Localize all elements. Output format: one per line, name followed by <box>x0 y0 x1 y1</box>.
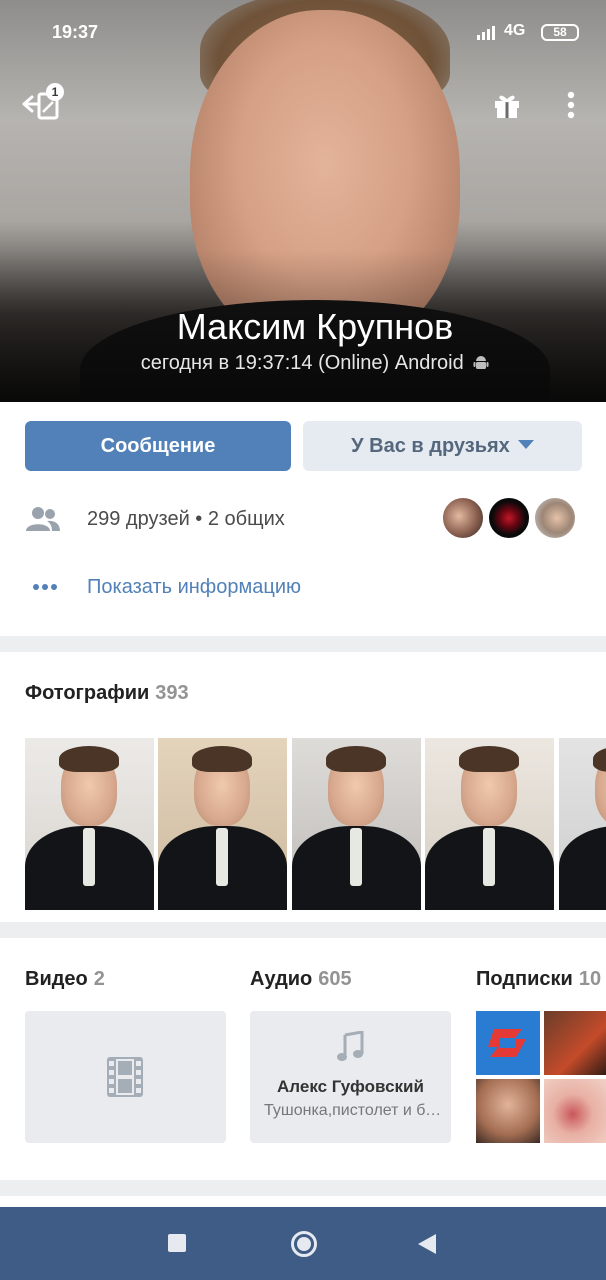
audio-track: Тушонка,пистолет и бутылка водки <box>264 1102 444 1119</box>
more-vertical-icon[interactable] <box>560 90 582 120</box>
photos-section: Фотографии 393 <box>0 652 606 922</box>
friend-avatar[interactable] <box>441 496 485 540</box>
photos-strip[interactable] <box>25 738 606 910</box>
video-header[interactable]: Видео 2 <box>25 968 105 991</box>
friend-avatar[interactable] <box>533 496 577 540</box>
film-icon <box>107 1057 143 1097</box>
subscriptions-count: 10 <box>578 968 602 990</box>
android-nav-bar <box>0 1207 606 1280</box>
last-seen-text: сегодня в 19:37:14 (Online) Android <box>140 352 464 374</box>
subscription-avatar[interactable] <box>476 1011 540 1075</box>
audio-tile[interactable]: Алекс Гуфовский Тушонка,пистолет и бутыл… <box>250 1011 451 1143</box>
back-triangle-icon[interactable] <box>416 1232 438 1256</box>
signal-icon <box>477 26 495 40</box>
status-time: 19:37 <box>52 22 99 42</box>
subscriptions-title: Подписки <box>476 968 573 990</box>
show-info-link[interactable]: Показать информацию <box>87 576 301 599</box>
photo-thumbnail[interactable] <box>425 738 554 910</box>
more-horizontal-icon <box>33 584 57 590</box>
status-bar: 19:37 4G 58 <box>0 0 606 66</box>
gift-icon[interactable] <box>492 90 522 120</box>
network-type: 4G <box>504 22 526 39</box>
video-title: Видео <box>25 968 88 990</box>
photo-thumbnail[interactable] <box>559 738 606 910</box>
subscriptions-grid[interactable] <box>476 1011 606 1143</box>
photos-count: 393 <box>155 682 189 704</box>
friend-avatar[interactable] <box>487 496 531 540</box>
photo-thumbnail[interactable] <box>158 738 287 910</box>
subscriptions-header[interactable]: Подписки 10 <box>476 968 601 991</box>
show-info-row[interactable]: Показать информацию <box>0 564 606 610</box>
friend-status-button[interactable]: У Вас в друзьях <box>303 421 582 471</box>
subscription-avatar[interactable] <box>476 1079 540 1143</box>
chevron-down-icon <box>517 440 534 449</box>
friends-summary: 299 друзей • 2 общих <box>87 508 285 530</box>
video-tile[interactable] <box>25 1011 226 1143</box>
recent-apps-icon[interactable] <box>168 1234 186 1252</box>
friend-status-label: У Вас в друзьях <box>351 435 510 457</box>
photo-thumbnail[interactable] <box>292 738 421 910</box>
android-icon <box>473 356 489 369</box>
media-section: Видео 2 Аудио 605 Подписки 10 Алекс Гуфо… <box>0 938 606 1180</box>
photo-thumbnail[interactable] <box>25 738 154 910</box>
notification-badge: 1 <box>46 83 64 101</box>
red-logo-icon <box>488 1029 526 1057</box>
music-note-icon <box>337 1031 364 1061</box>
message-button[interactable]: Сообщение <box>25 421 291 471</box>
profile-screen: 19:37 4G 58 1 Максим Крупнов сегодня в 1… <box>0 0 606 1280</box>
subscription-avatar[interactable] <box>544 1079 606 1143</box>
audio-count: 605 <box>318 968 352 990</box>
video-count: 2 <box>93 968 105 990</box>
profile-last-seen: сегодня в 19:37:14 (Online) Android <box>0 352 606 375</box>
audio-header[interactable]: Аудио 605 <box>250 968 352 991</box>
photos-title: Фотографии <box>25 682 150 704</box>
home-icon[interactable] <box>290 1230 318 1258</box>
subscription-avatar[interactable] <box>544 1011 606 1075</box>
profile-card: Сообщение У Вас в друзьях 299 друзей • 2… <box>0 402 606 636</box>
mutual-friends-avatars[interactable] <box>441 496 581 542</box>
friends-icon <box>26 507 60 531</box>
friends-row[interactable]: 299 друзей • 2 общих <box>0 494 606 544</box>
audio-title: Аудио <box>250 968 313 990</box>
battery-icon: 58 <box>541 24 579 41</box>
profile-name: Максим Крупнов <box>176 306 454 347</box>
audio-artist: Алекс Гуфовский <box>277 1077 424 1096</box>
photos-header[interactable]: Фотографии 393 <box>25 682 189 705</box>
